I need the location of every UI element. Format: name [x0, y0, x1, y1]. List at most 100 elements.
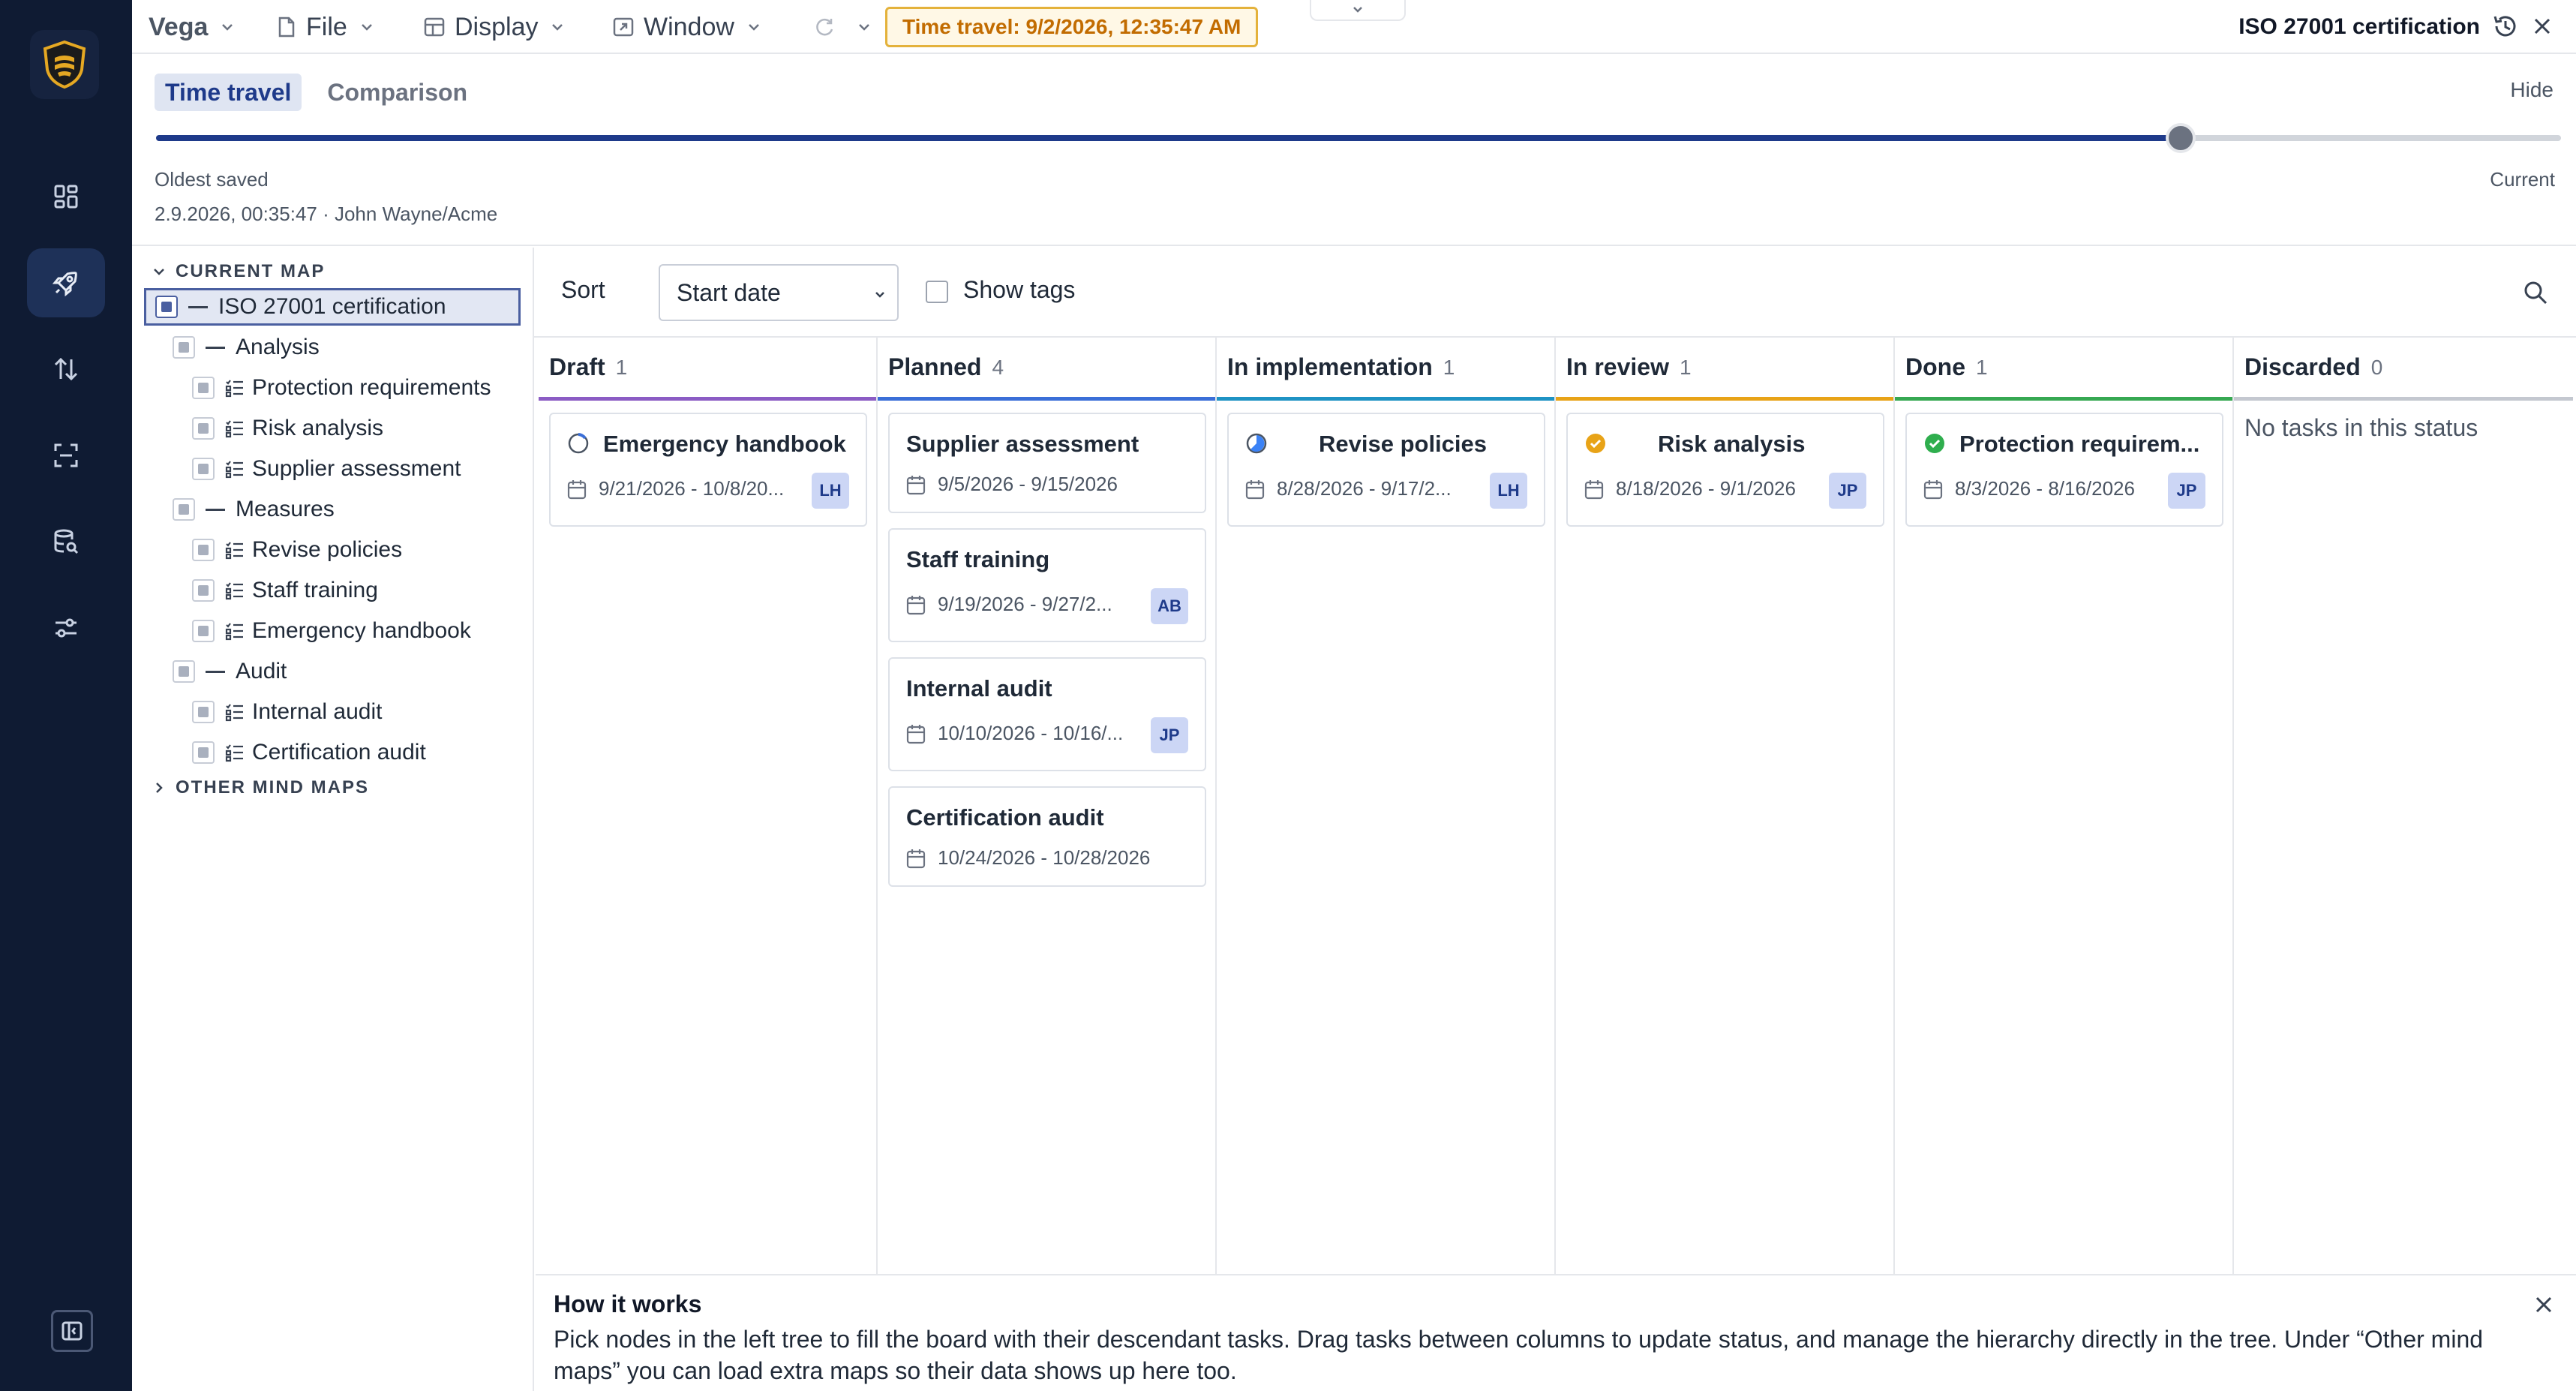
menu-pull-tab[interactable] [1310, 0, 1406, 21]
tree-checkbox[interactable] [192, 741, 215, 764]
task-card[interactable]: Supplier assessment 9/5/2026 - 9/15/2026 [888, 413, 1206, 513]
tree-checkbox[interactable] [192, 417, 215, 440]
task-list-icon [225, 542, 243, 560]
tree-task-node[interactable]: Staff training [192, 572, 378, 609]
task-card[interactable]: Revise policies 8/28/2026 - 9/17/2... LH [1227, 413, 1545, 527]
nav-dashboard[interactable] [27, 162, 105, 231]
file-menu-label: File [306, 12, 347, 41]
collapse-sidebar-button[interactable] [51, 1310, 93, 1352]
task-card[interactable]: Internal audit 10/10/2026 - 10/16/... JP [888, 657, 1206, 771]
file-menu[interactable]: File [276, 0, 374, 54]
tree-checkbox[interactable] [173, 660, 195, 683]
tree-task-node[interactable]: Protection requirements [192, 369, 491, 407]
chevron-down-icon [222, 24, 233, 31]
redo-menu[interactable] [813, 0, 872, 54]
show-tags-label[interactable]: Show tags [963, 276, 1075, 304]
assignee-avatar[interactable]: JP [1151, 717, 1188, 753]
task-card[interactable]: Staff training 9/19/2026 - 9/27/2... AB [888, 528, 1206, 642]
sort-arrows-icon [54, 357, 78, 381]
column-header: In implementation 1 [1217, 338, 1554, 401]
task-card-date-range: 8/3/2026 - 8/16/2026 [1955, 477, 2135, 500]
tree-checkbox[interactable] [192, 701, 215, 723]
external-window-icon [613, 17, 634, 37]
assignee-avatar[interactable]: JP [1829, 473, 1866, 509]
column-header: In review 1 [1556, 338, 1893, 401]
calendar-icon [906, 475, 926, 494]
app-logo[interactable] [30, 30, 99, 99]
search-icon[interactable] [2522, 279, 2549, 306]
nav-scan[interactable] [27, 421, 105, 490]
shield-logo-icon [43, 40, 86, 89]
assignee-avatar[interactable]: AB [1151, 588, 1188, 624]
tab-time-travel[interactable]: Time travel [155, 74, 302, 111]
task-card[interactable]: Risk analysis 8/18/2026 - 9/1/2026 JP [1566, 413, 1884, 527]
assignee-avatar[interactable]: LH [812, 473, 849, 509]
board-column: Planned 4 Supplier assessment 9/5/2026 - 9/… [878, 338, 1217, 1391]
tree-root-node[interactable]: ISO 27001 certification [144, 288, 521, 326]
task-card[interactable]: Protection requirem... 8/3/2026 - 8/16/20… [1905, 413, 2223, 527]
tree-task-node[interactable]: Revise policies [192, 531, 402, 569]
task-card[interactable]: Certification audit 10/24/2026 - 10/28/20… [888, 786, 1206, 887]
tree-checkbox[interactable] [173, 336, 195, 359]
tree-checkbox[interactable] [173, 498, 195, 521]
tree-task-node[interactable]: Supplier assessment [192, 450, 461, 488]
status-icon-wrap [1923, 432, 1946, 458]
brand-menu[interactable]: Vega [149, 0, 235, 54]
assignee-avatar[interactable]: JP [2168, 473, 2205, 509]
history-icon[interactable] [2490, 12, 2519, 41]
tree-node-label: Certification audit [252, 740, 426, 765]
menu-bar: Vega File Display Window Time travel: 9/… [132, 0, 2576, 54]
chevron-down-icon [1353, 7, 1362, 13]
time-travel-badge[interactable]: Time travel: 9/2/2026, 12:35:47 AM [885, 7, 1259, 47]
tree-checkbox[interactable] [155, 296, 178, 318]
nav-sort[interactable] [27, 335, 105, 404]
tree-node-label: Internal audit [252, 699, 383, 724]
nav-database[interactable] [27, 507, 105, 576]
display-menu[interactable]: Display [423, 0, 565, 54]
column-header: Planned 4 [878, 338, 1215, 401]
time-slider-handle[interactable] [2166, 123, 2196, 153]
tree-task-node[interactable]: Certification audit [192, 734, 426, 771]
tree-checkbox[interactable] [192, 539, 215, 561]
board-column: In review 1 Risk analysis 8/18/2026 - 9/1/2… [1556, 338, 1895, 1391]
task-card-date-range: 10/10/2026 - 10/16/... [938, 722, 1124, 744]
other-mind-maps-section[interactable]: OTHER MIND MAPS [152, 774, 369, 801]
tree-group-node[interactable]: Audit [173, 653, 287, 690]
close-icon[interactable] [2529, 14, 2555, 39]
chevron-down-icon [154, 269, 164, 275]
tree-task-node[interactable]: Emergency handbook [192, 612, 471, 650]
chevron-down-icon [361, 24, 372, 31]
tree-task-node[interactable]: Internal audit [192, 693, 382, 731]
tab-comparison[interactable]: Comparison [317, 74, 478, 111]
tree-checkbox[interactable] [192, 579, 215, 602]
task-card-dates: 8/18/2026 - 9/1/2026 [1584, 477, 1796, 500]
tree-group-node[interactable]: Analysis [173, 329, 320, 366]
task-list-icon [225, 744, 243, 762]
tree-checkbox[interactable] [192, 458, 215, 480]
tree-task-node[interactable]: Risk analysis [192, 410, 383, 447]
sidebar-toggle-icon [62, 1321, 83, 1341]
board-column: Done 1 Protection requirem... 8/3/2026 - 8/… [1895, 338, 2234, 1391]
hide-panel-button[interactable]: Hide [2510, 78, 2553, 102]
current-map-section[interactable]: CURRENT MAP [152, 258, 325, 285]
nav-settings[interactable] [27, 593, 105, 662]
sort-select[interactable]: Start date [659, 264, 899, 321]
map-tree: CURRENT MAP ISO 27001 certification Anal… [132, 248, 534, 1391]
tree-checkbox[interactable] [192, 620, 215, 642]
close-icon[interactable] [2531, 1292, 2556, 1317]
tree-node-label: Risk analysis [252, 416, 384, 440]
show-tags-checkbox[interactable] [926, 281, 948, 303]
done-check-icon [1925, 434, 1944, 453]
tree-group-node[interactable]: Measures [173, 491, 335, 528]
window-menu[interactable]: Window [612, 0, 761, 54]
current-map-label: CURRENT MAP [176, 261, 326, 281]
assignee-avatar[interactable]: LH [1490, 473, 1527, 509]
nav-launch[interactable] [27, 248, 105, 317]
tree-checkbox[interactable] [192, 377, 215, 399]
review-check-icon [1586, 434, 1605, 453]
oldest-saved-meta: 2.9.2026, 00:35:47 · John Wayne/Acme [155, 203, 498, 225]
task-card[interactable]: Emergency handbook 9/21/2026 - 10/8/20...… [549, 413, 867, 527]
time-slider[interactable] [156, 123, 2561, 153]
status-icon-wrap [1584, 432, 1607, 458]
time-travel-panel: Time travel Comparison Hide Oldest saved… [132, 56, 2576, 246]
